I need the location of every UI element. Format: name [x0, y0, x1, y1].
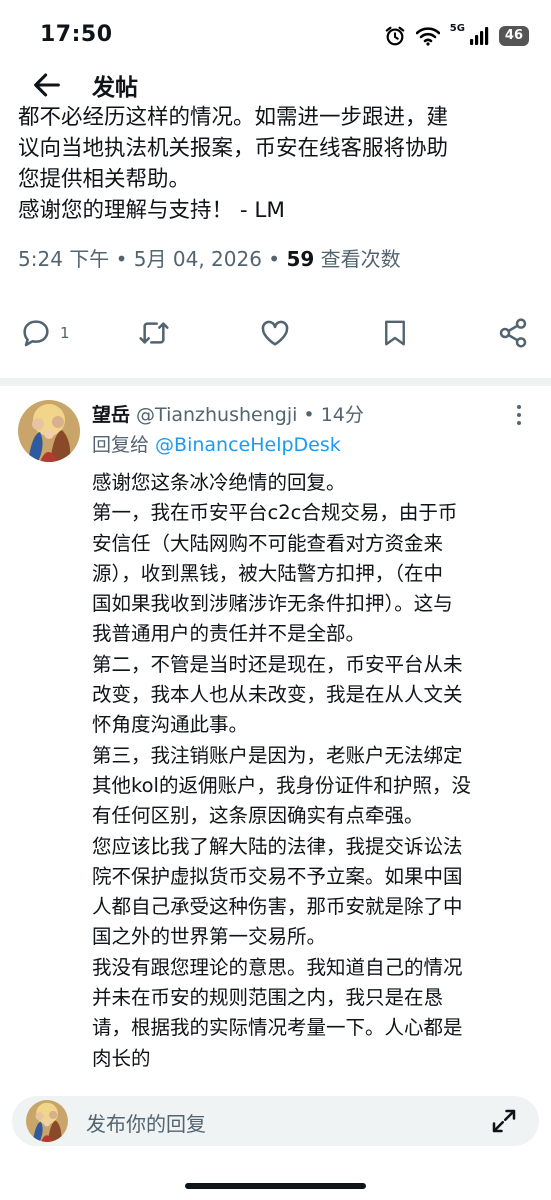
reply-icon [23, 320, 49, 347]
bookmark-icon [385, 320, 405, 346]
meta-separator: • [297, 404, 321, 426]
reply-text: 感谢您这条冰冷绝情的回复。 第一，我在币安平台c2c合规交易，由于币 安信任（大… [92, 471, 471, 1070]
signal-icon [469, 27, 489, 45]
avatar-image [26, 1100, 68, 1142]
tweet-time: 5:24 下午 [18, 247, 110, 271]
expand-icon[interactable] [489, 1106, 519, 1136]
share-icon [499, 318, 527, 348]
network-label: 5G [449, 22, 465, 34]
section-divider [0, 378, 551, 386]
status-bar: 17:50 5G 46 [0, 0, 551, 70]
top-bar: 发帖 [0, 62, 551, 106]
more-options-icon[interactable] [509, 402, 529, 428]
avatar-image [18, 400, 80, 462]
reply-time: 14分 [320, 404, 364, 426]
bookmark-button[interactable] [380, 310, 410, 356]
tweet-text: 都不必经历这样的情况。如需进一步跟进，建 议向当地执法机关报案，币安在线客服将协… [18, 105, 449, 223]
retweet-button[interactable] [137, 310, 171, 356]
reply-author-handle[interactable]: @Tianzhushengji [130, 404, 297, 426]
home-indicator [185, 1183, 366, 1189]
back-arrow-icon[interactable] [30, 68, 64, 102]
views-label: 查看次数 [314, 247, 401, 271]
status-icons: 5G 46 [384, 22, 529, 50]
meta-separator: • [109, 247, 134, 271]
battery-indicator: 46 [498, 26, 529, 46]
heart-icon [261, 320, 289, 346]
share-button[interactable] [497, 310, 529, 356]
tweet-meta: 5:24 下午 • 5月 04, 2026 • 59 查看次数 [18, 243, 401, 272]
reply-count: 1 [60, 324, 70, 342]
composer-avatar [26, 1100, 68, 1142]
status-time: 17:50 [40, 22, 113, 47]
avatar[interactable] [18, 400, 80, 462]
tweet-date: 5月 04, 2026 [133, 247, 262, 271]
mention-link[interactable]: @BinanceHelpDesk [155, 434, 341, 456]
meta-separator: • [261, 247, 287, 271]
replying-prefix: 回复给 [92, 434, 156, 456]
reply-input-placeholder[interactable]: 发布你的回复 [86, 1108, 206, 1137]
reply-header: 望岳 @Tianzhushengji • 14分 [92, 400, 364, 427]
replying-to: 回复给 @BinanceHelpDesk [92, 430, 341, 457]
views-count: 59 [286, 247, 315, 271]
retweet-icon [139, 322, 169, 344]
reply-author-name[interactable]: 望岳 [92, 404, 130, 426]
alarm-icon [385, 26, 405, 46]
reply-composer[interactable]: 发布你的回复 [12, 1096, 539, 1146]
like-button[interactable] [259, 310, 291, 356]
reply-button[interactable]: 1 [20, 310, 70, 356]
wifi-icon [415, 27, 440, 46]
tweet-actions: 1 [0, 310, 551, 356]
reply-item[interactable]: 望岳 @Tianzhushengji • 14分 回复给 @BinanceHel… [0, 386, 551, 1086]
page-title: 发帖 [92, 75, 138, 101]
